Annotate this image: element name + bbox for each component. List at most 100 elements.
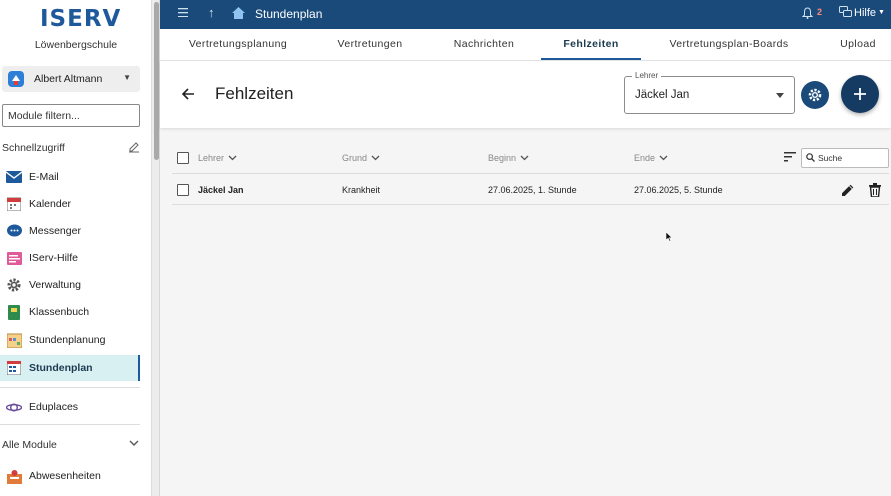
iserv-logo[interactable]: ISERV: [40, 6, 121, 32]
sidebar-item-email[interactable]: E-Mail: [0, 164, 140, 190]
sidebar-item-eduplaces[interactable]: Eduplaces: [0, 394, 140, 420]
sidebar-scrollbar-thumb[interactable]: [154, 2, 159, 160]
table-row[interactable]: Jäckel Jan Krankheit 27.06.2025, 1. Stun…: [172, 175, 889, 205]
search-icon: [806, 153, 815, 162]
classbook-icon: [6, 304, 22, 320]
chevron-down-icon: ▼: [123, 73, 131, 82]
cell-ende: 27.06.2025, 5. Stunde: [634, 185, 723, 195]
absence-icon: [6, 468, 22, 484]
sidebar-item-label: E-Mail: [29, 171, 59, 183]
chevron-down-icon: [659, 155, 668, 161]
user-name: Albert Altmann: [34, 73, 103, 85]
back-arrow-icon[interactable]: [182, 88, 195, 100]
sidebar-item-label: Stundenplan: [29, 362, 93, 374]
sidebar-item-label: IServ-Hilfe: [29, 252, 79, 264]
sidebar-item-label: Eduplaces: [29, 401, 79, 413]
tab-vertretungsplan-boards[interactable]: Vertretungsplan-Boards: [660, 29, 798, 60]
delete-trash-icon[interactable]: [869, 183, 881, 197]
tab-fehlzeiten[interactable]: Fehlzeiten: [541, 29, 641, 60]
tab-vertretungen[interactable]: Vertretungen: [324, 29, 416, 60]
sidebar-item-label: Abwesenheiten: [29, 470, 101, 482]
plus-icon: [854, 88, 866, 100]
sidebar-item-classbook[interactable]: Klassenbuch: [0, 299, 140, 325]
column-header-lehrer[interactable]: Lehrer: [198, 153, 237, 163]
sidebar-item-timetable-planning[interactable]: Stundenplanung: [0, 327, 140, 353]
tab-nachrichten[interactable]: Nachrichten: [442, 29, 526, 60]
column-label: Ende: [634, 153, 656, 163]
sidebar-item-administration[interactable]: Verwaltung: [0, 272, 140, 298]
page-header: Fehlzeiten Lehrer Jäckel Jan: [160, 61, 891, 128]
column-header-grund[interactable]: Grund: [342, 153, 380, 163]
mail-icon: [6, 169, 22, 185]
row-checkbox[interactable]: [177, 184, 189, 196]
cell-beginn: 27.06.2025, 1. Stunde: [488, 185, 577, 195]
gear-icon: [6, 277, 22, 293]
help-chat-icon[interactable]: [839, 6, 852, 18]
sidebar-item-absences[interactable]: Abwesenheiten: [0, 463, 140, 489]
module-filter-input[interactable]: [2, 104, 140, 127]
sidebar: ISERV Löwenbergschule Albert Altmann ▼ S…: [0, 0, 152, 496]
timetable-icon: [6, 360, 22, 376]
column-header-ende[interactable]: Ende: [634, 153, 668, 163]
help-menu-label[interactable]: Hilfe: [854, 7, 876, 19]
column-header-beginn[interactable]: Beginn: [488, 153, 529, 163]
messenger-icon: [6, 223, 22, 239]
chevron-down-icon: [228, 155, 237, 161]
user-menu[interactable]: Albert Altmann ▼: [2, 66, 140, 92]
cell-grund: Krankheit: [342, 185, 381, 195]
calendar-icon: [6, 196, 22, 212]
bell-icon[interactable]: [802, 7, 813, 19]
select-all-checkbox[interactable]: [177, 152, 189, 164]
chevron-down-icon[interactable]: [129, 440, 139, 447]
sidebar-item-label: Messenger: [29, 225, 81, 237]
active-tab-indicator: [541, 58, 641, 60]
column-label: Grund: [342, 153, 368, 163]
teacher-select-value: Jäckel Jan: [635, 89, 690, 101]
chevron-down-icon: [520, 155, 529, 161]
sidebar-item-iserv-help[interactable]: IServ-Hilfe: [0, 245, 140, 271]
dropdown-caret-icon: [776, 93, 784, 98]
all-modules-title[interactable]: Alle Module: [2, 439, 57, 451]
user-avatar-icon: [8, 71, 24, 87]
settings-button[interactable]: [801, 81, 829, 109]
page-breadcrumb-title[interactable]: Stundenplan: [255, 7, 322, 21]
teacher-select[interactable]: Lehrer Jäckel Jan: [624, 71, 795, 114]
sidebar-divider: [0, 387, 140, 388]
sidebar-item-label: Kalender: [29, 198, 72, 210]
edit-icon[interactable]: [128, 141, 140, 153]
planning-icon: [6, 332, 22, 348]
sidebar-divider: [0, 424, 140, 425]
tab-bar: Vertretungsplanung Vertretungen Nachrich…: [160, 29, 891, 61]
tab-vertretungsplanung[interactable]: Vertretungsplanung: [178, 29, 298, 60]
sidebar-item-label: Klassenbuch: [29, 306, 90, 318]
school-name: Löwenbergschule: [34, 39, 118, 51]
help-book-icon: [6, 250, 22, 266]
tab-upload[interactable]: Upload: [832, 29, 884, 60]
page-title: Fehlzeiten: [215, 84, 294, 103]
mouse-cursor-icon: [666, 232, 673, 242]
teacher-select-label: Lehrer: [632, 71, 662, 80]
column-label: Lehrer: [198, 153, 225, 163]
home-icon[interactable]: [232, 7, 245, 19]
top-bar: ↑ Stundenplan 2 Hilfe ▼: [160, 0, 891, 29]
sidebar-item-label: Verwaltung: [29, 279, 81, 291]
chevron-down-icon[interactable]: ▼: [878, 9, 885, 16]
chevron-down-icon: [371, 155, 380, 161]
sidebar-item-calendar[interactable]: Kalender: [0, 191, 140, 217]
sidebar-item-timetable[interactable]: Stundenplan: [0, 355, 140, 381]
arrow-up-icon[interactable]: ↑: [208, 5, 215, 20]
sidebar-item-messenger[interactable]: Messenger: [0, 218, 140, 244]
table-header: Lehrer Grund Beginn Ende: [172, 142, 889, 174]
add-absence-button[interactable]: [841, 75, 879, 113]
gear-icon: [808, 88, 822, 102]
menu-icon[interactable]: [178, 8, 188, 17]
sidebar-item-label: Stundenplanung: [29, 334, 106, 346]
quick-access-title: Schnellzugriff: [2, 142, 65, 154]
absences-table: Lehrer Grund Beginn Ende Jäckel Jan Kran…: [172, 142, 889, 206]
column-label: Beginn: [488, 153, 517, 163]
edit-pencil-icon[interactable]: [841, 183, 855, 197]
cell-lehrer: Jäckel Jan: [198, 185, 244, 195]
eduplaces-icon: [6, 399, 22, 415]
notification-badge: 2: [817, 7, 823, 17]
sort-icon[interactable]: [784, 152, 796, 162]
